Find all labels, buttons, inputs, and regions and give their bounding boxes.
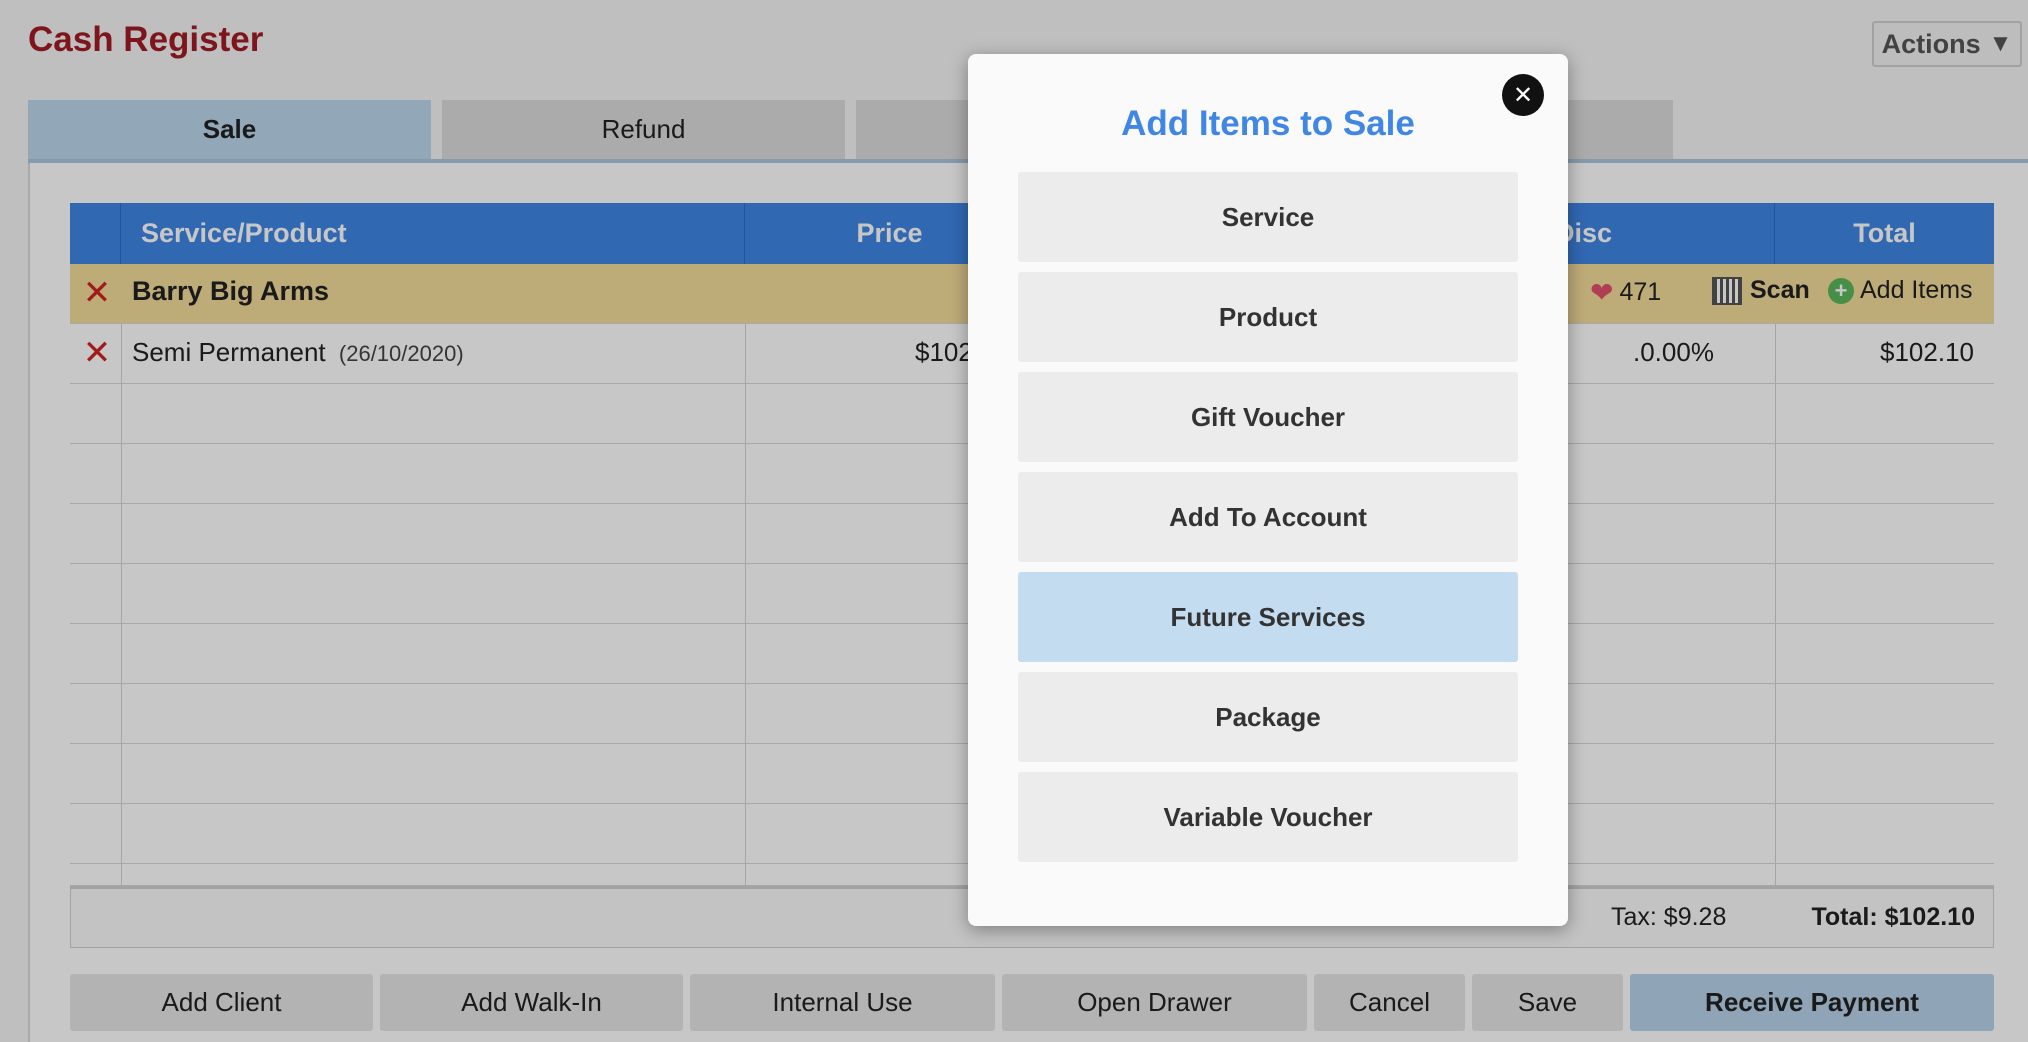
option-add-to-account[interactable]: Add To Account [1018,472,1518,562]
option-future-services[interactable]: Future Services [1018,572,1518,662]
option-service[interactable]: Service [1018,172,1518,262]
add-items-modal: ✕ Add Items to Sale Service Product Gift… [968,54,1568,926]
option-product[interactable]: Product [1018,272,1518,362]
option-package[interactable]: Package [1018,672,1518,762]
option-gift-voucher[interactable]: Gift Voucher [1018,372,1518,462]
modal-title: Add Items to Sale [1121,104,1415,143]
option-variable-voucher[interactable]: Variable Voucher [1018,772,1518,862]
